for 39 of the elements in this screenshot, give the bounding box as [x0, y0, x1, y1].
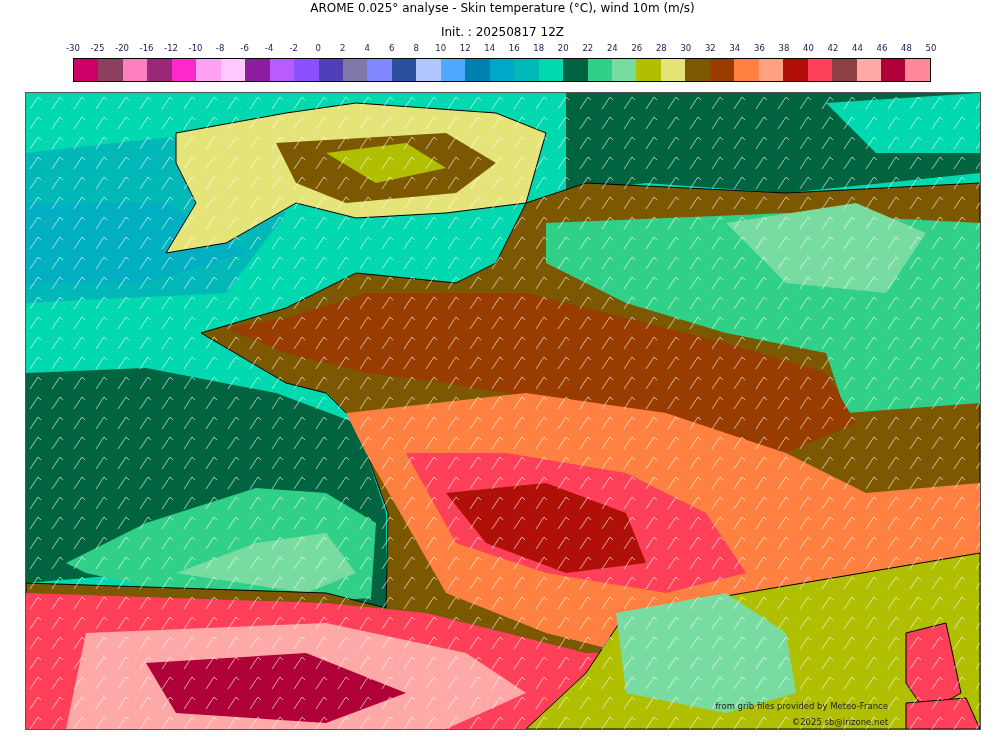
colorbar-tick-label: -4 [264, 43, 274, 53]
colorbar-tick-label: 22 [582, 43, 594, 53]
colorbar-tick-label: -25 [90, 43, 105, 53]
colorbar-tick-label: 36 [754, 43, 765, 53]
colorbar-tick-label: 42 [827, 43, 839, 53]
colorbar-tick-label: 24 [606, 43, 618, 53]
colorbar-tick-label: 48 [901, 43, 912, 53]
init-time: Init. : 20250817 12Z [439, 25, 566, 41]
colorbar-tick-label: 32 [704, 43, 716, 53]
colorbar-tick-label: 14 [484, 43, 496, 53]
colorbar-tick-label: 34 [729, 43, 741, 53]
colorbar-tick-label: 44 [852, 43, 863, 53]
colorbar-tick-label: -16 [139, 43, 154, 53]
colorbar-tick-label: 50 [925, 43, 937, 53]
colorbar-tick-label: 20 [557, 43, 569, 53]
colorbar-tick-label: 0 [315, 43, 321, 53]
colorbar-tick-label: -10 [188, 43, 203, 53]
chart-title: AROME 0.025° analyse - Skin temperature (°C), wind 10m (m/s) [309, 0, 696, 17]
colorbar-tick-label: 6 [388, 43, 395, 53]
colorbar-tick-label: 4 [364, 43, 370, 53]
copyright-credit: ©2025 sb@irizone.net [791, 717, 888, 727]
colorbar-tick-label: -2 [289, 43, 298, 53]
colorbar-tick-label: -30 [66, 43, 80, 53]
colorbar-tick-label: 10 [435, 43, 447, 53]
colorbar-tick-label: -12 [164, 43, 178, 53]
colorbar-tick-label: 38 [778, 43, 790, 53]
colorbar-tick-label: 46 [876, 43, 888, 53]
colorbar-tick-label: 26 [631, 43, 643, 53]
colorbar-tick-label: 8 [413, 43, 419, 53]
colorbar-tick-label: 40 [803, 43, 814, 53]
colorbar-tick-label: -20 [115, 43, 129, 53]
colorbar-tick-label: 18 [533, 43, 545, 53]
colorbar-tick-label: 2 [339, 43, 346, 53]
colorbar-tick-label: 28 [655, 43, 667, 53]
colorbar-tick-label: 16 [508, 43, 520, 53]
colorbar-tick-label: -6 [240, 43, 249, 53]
colorbar-tick-label: -8 [215, 43, 225, 53]
colorbar-tick-label: 30 [680, 43, 692, 53]
colorbar-tick-label: 12 [459, 43, 471, 53]
